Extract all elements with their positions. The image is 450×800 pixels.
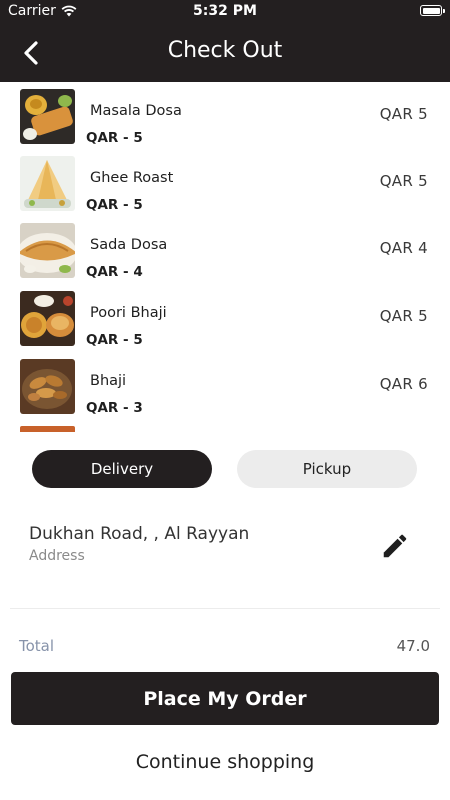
edit-address-button[interactable]: [380, 531, 410, 561]
item-name: Bhaji: [90, 373, 127, 389]
total-amount: 47.0: [396, 637, 430, 655]
place-order-button[interactable]: Place My Order: [11, 672, 439, 725]
cart-item[interactable]: Sada Dosa QAR - 4 QAR 4: [0, 223, 450, 280]
food-thumbnail: [20, 223, 75, 278]
battery-icon: [420, 5, 445, 16]
cart-item[interactable]: Bhaji QAR - 3 QAR 6: [0, 359, 450, 416]
item-unit-price: QAR - 5: [86, 130, 143, 146]
item-price: QAR 6: [379, 375, 428, 393]
cart-item[interactable]: Poori Bhaji QAR - 5 QAR 5: [0, 291, 450, 348]
food-thumbnail: [20, 359, 75, 414]
item-price: QAR 5: [379, 307, 428, 325]
item-name: Sada Dosa: [90, 237, 168, 253]
food-thumbnail: [20, 89, 75, 144]
item-name: Masala Dosa: [90, 103, 182, 119]
food-thumbnail: [20, 156, 75, 211]
item-unit-price: QAR - 4: [86, 264, 143, 280]
food-thumbnail-partial: [20, 426, 75, 432]
item-price: QAR 4: [379, 239, 428, 257]
status-time: 5:32 PM: [193, 3, 257, 19]
total-label: Total: [19, 637, 55, 655]
cart-item-list[interactable]: Masala Dosa QAR - 5 QAR 5 Ghee Roast QAR…: [0, 82, 450, 432]
cart-item[interactable]: Masala Dosa QAR - 5 QAR 5: [0, 89, 450, 146]
item-unit-price: QAR - 5: [86, 332, 143, 348]
pickup-option-button[interactable]: Pickup: [237, 450, 417, 488]
item-unit-price: QAR - 3: [86, 400, 143, 416]
divider: [10, 608, 440, 609]
item-price: QAR 5: [379, 172, 428, 190]
nav-bar: Check Out: [0, 24, 450, 82]
cart-item[interactable]: Ghee Roast QAR - 5 QAR 5: [0, 156, 450, 213]
pencil-icon: [383, 534, 407, 558]
item-unit-price: QAR - 5: [86, 197, 143, 213]
continue-shopping-link[interactable]: Continue shopping: [0, 751, 450, 773]
delivery-option-button[interactable]: Delivery: [32, 450, 212, 488]
item-name: Poori Bhaji: [90, 305, 167, 321]
address-label: Address: [29, 548, 85, 564]
item-price: QAR 5: [379, 105, 428, 123]
item-name: Ghee Roast: [90, 170, 174, 186]
food-thumbnail: [20, 291, 75, 346]
delivery-address: Dukhan Road, , Al Rayyan: [29, 524, 250, 544]
status-bar: Carrier 5:32 PM: [0, 0, 450, 24]
page-title: Check Out: [167, 38, 283, 63]
